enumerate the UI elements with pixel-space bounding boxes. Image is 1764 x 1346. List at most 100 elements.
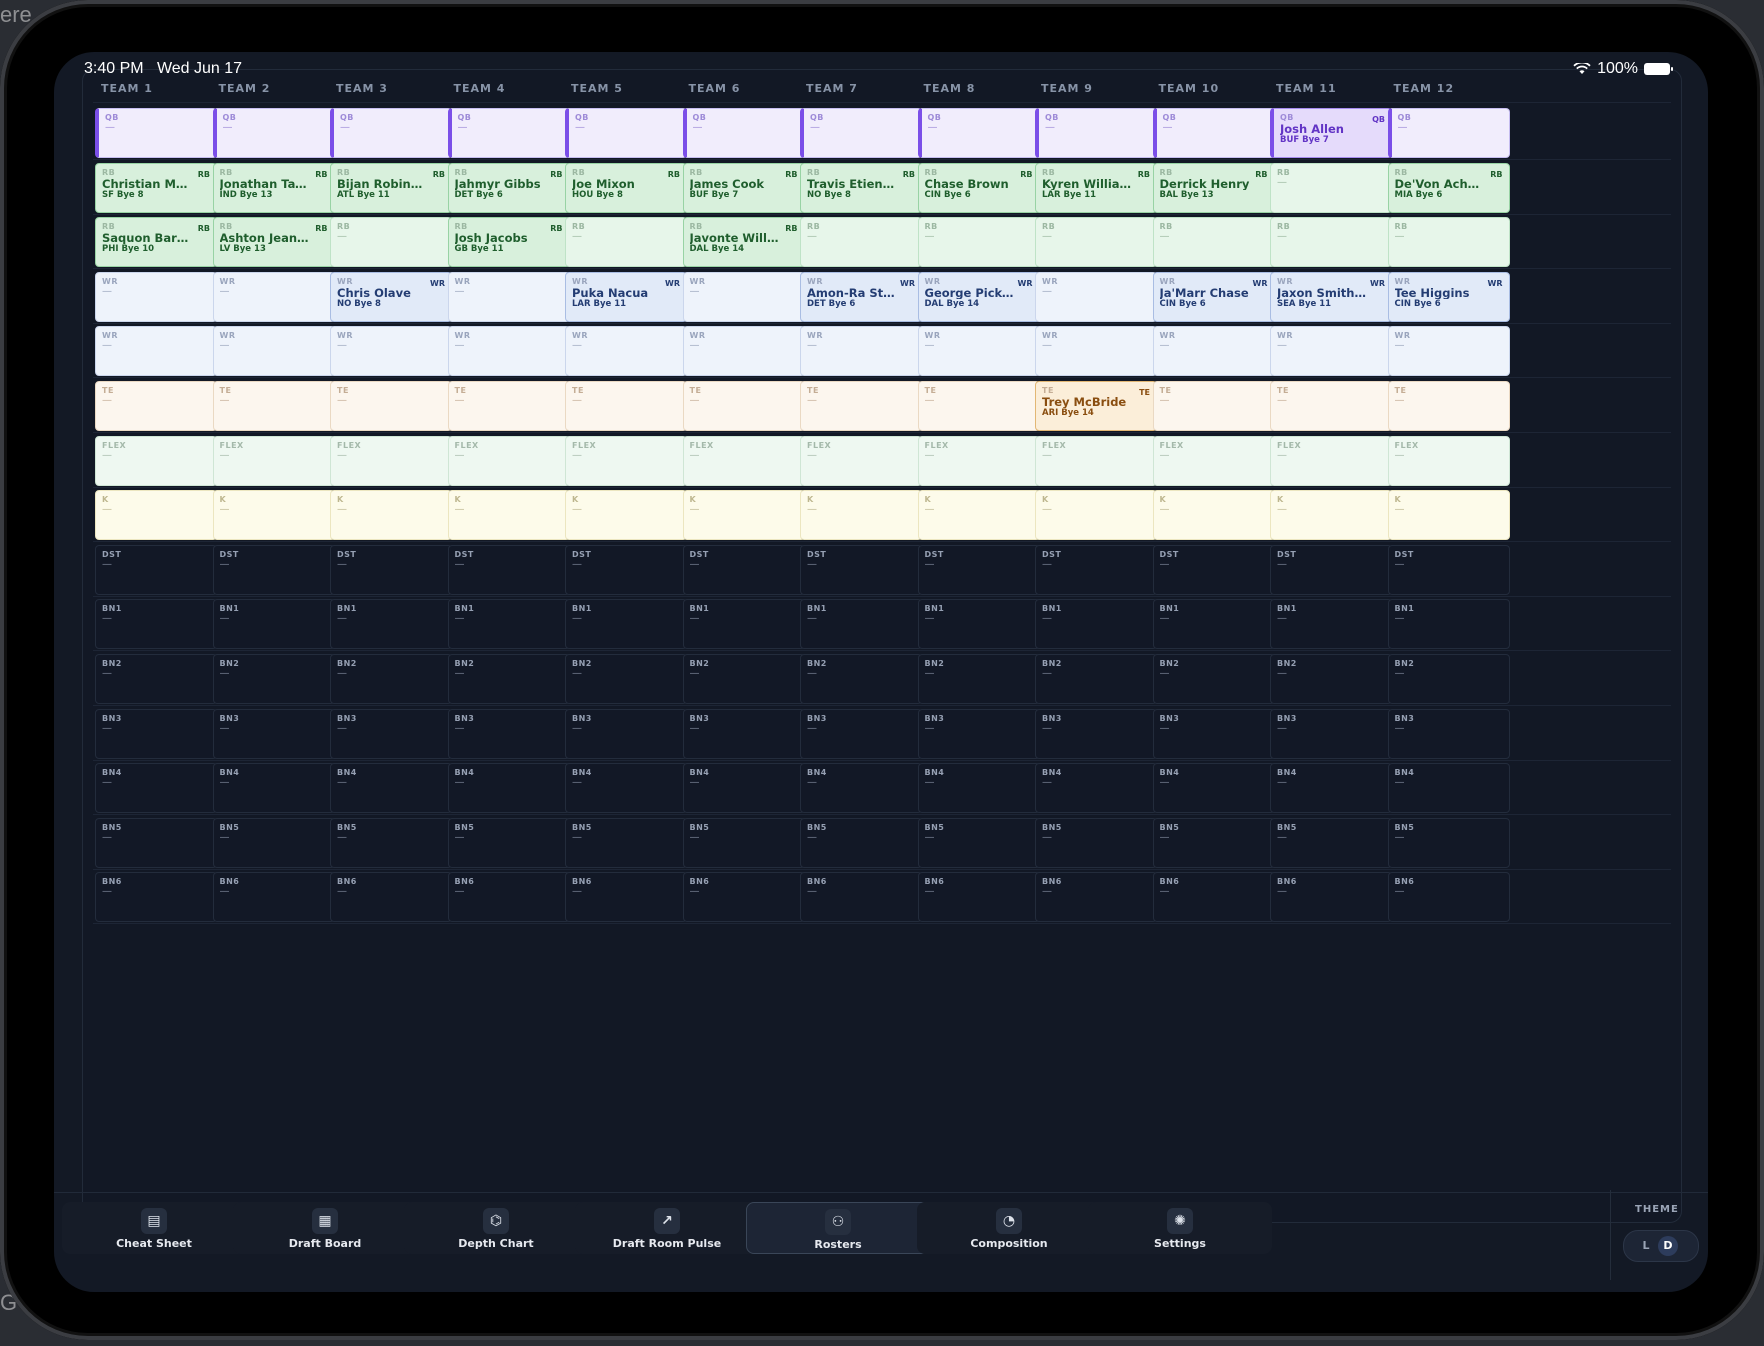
roster-slot[interactable]: FLEX — bbox=[917, 435, 1040, 486]
roster-slot[interactable]: K — bbox=[1152, 490, 1275, 541]
roster-slot[interactable]: RB — bbox=[917, 217, 1040, 268]
roster-slot[interactable]: DST — bbox=[95, 544, 217, 595]
roster-slot[interactable]: BN4— bbox=[800, 763, 922, 814]
roster-slot[interactable]: BN2— bbox=[682, 654, 805, 704]
roster-slot[interactable]: RB — bbox=[800, 217, 922, 268]
roster-slot[interactable]: TE — bbox=[95, 381, 217, 431]
roster-slot[interactable]: QB — bbox=[917, 108, 1040, 158]
roster-slot[interactable]: BN6— bbox=[565, 872, 687, 923]
roster-slot[interactable]: BN3— bbox=[565, 708, 687, 759]
roster-slot[interactable]: BN5— bbox=[565, 817, 687, 868]
roster-slot[interactable]: RB — bbox=[1387, 217, 1510, 268]
roster-slot[interactable]: K — bbox=[682, 490, 805, 541]
roster-slot[interactable]: DST — bbox=[1152, 544, 1275, 595]
roster-slot[interactable]: WR Ja'Marr Chase CIN Bye 6 WR bbox=[1152, 271, 1275, 322]
roster-slot[interactable]: BN1— bbox=[565, 599, 687, 650]
roster-slot[interactable]: BN1— bbox=[1387, 599, 1510, 650]
roster-slot[interactable]: TE — bbox=[212, 381, 335, 431]
roster-slot[interactable]: WR — bbox=[565, 326, 687, 377]
roster-slot[interactable]: BN2— bbox=[800, 654, 922, 704]
roster-slot[interactable]: DST — bbox=[1387, 544, 1510, 595]
roster-slot[interactable]: RB Javonte Williams DAL Bye 14 RB bbox=[682, 217, 805, 268]
roster-slot[interactable]: RB Bijan Robinson ATL Bye 11 RB bbox=[330, 162, 452, 213]
roster-slot[interactable]: RB Chase Brown CIN Bye 6 RB bbox=[917, 162, 1040, 213]
roster-slot[interactable]: BN1— bbox=[447, 599, 570, 650]
roster-slot[interactable]: QB — bbox=[212, 108, 335, 158]
roster-slot[interactable]: RB Ashton Jeanty LV Bye 13 RB bbox=[212, 217, 335, 268]
roster-slot[interactable]: RB Joe Mixon HOU Bye 8 RB bbox=[565, 162, 687, 213]
roster-slot[interactable]: DST — bbox=[447, 544, 570, 595]
roster-slot[interactable]: WR Puka Nacua LAR Bye 11 WR bbox=[565, 271, 687, 322]
roster-slot[interactable]: DST — bbox=[917, 544, 1040, 595]
roster-slot[interactable]: WR — bbox=[682, 326, 805, 377]
roster-slot[interactable]: FLEX — bbox=[800, 435, 922, 486]
theme-toggle[interactable]: L D bbox=[1623, 1230, 1699, 1262]
roster-slot[interactable]: BN3— bbox=[1387, 708, 1510, 759]
roster-slot[interactable]: WR — bbox=[682, 271, 805, 322]
roster-slot[interactable]: WR — bbox=[330, 326, 452, 377]
roster-slot[interactable]: BN4— bbox=[330, 763, 452, 814]
roster-slot[interactable]: BN2— bbox=[1152, 654, 1275, 704]
roster-slot[interactable]: BN3— bbox=[917, 708, 1040, 759]
roster-slot[interactable]: QB — bbox=[1035, 108, 1157, 158]
roster-slot[interactable]: WR Chris Olave NO Bye 8 WR bbox=[330, 271, 452, 322]
roster-slot[interactable]: QB — bbox=[447, 108, 570, 158]
roster-slot[interactable]: BN6— bbox=[330, 872, 452, 923]
roster-slot[interactable]: WR George Pickens DAL Bye 14 WR bbox=[917, 271, 1040, 322]
roster-slot[interactable]: RB James Cook BUF Bye 7 RB bbox=[682, 162, 805, 213]
roster-slot[interactable]: BN6— bbox=[800, 872, 922, 923]
roster-slot[interactable]: QB — bbox=[800, 108, 922, 158]
roster-slot[interactable]: TE — bbox=[1387, 381, 1510, 431]
tab-composition[interactable]: ◔ Composition bbox=[917, 1202, 1101, 1254]
roster-slot[interactable]: BN3— bbox=[95, 708, 217, 759]
roster-slot[interactable]: WR — bbox=[95, 326, 217, 377]
roster-slot[interactable]: RB Josh Jacobs GB Bye 11 RB bbox=[447, 217, 570, 268]
roster-slot[interactable]: BN3— bbox=[212, 708, 335, 759]
roster-slot[interactable]: BN2— bbox=[95, 654, 217, 704]
roster-slot[interactable]: BN1— bbox=[95, 599, 217, 650]
roster-slot[interactable]: RB Derrick Henry BAL Bye 13 RB bbox=[1152, 162, 1275, 213]
roster-slot[interactable]: BN6— bbox=[1387, 872, 1510, 923]
roster-slot[interactable]: RB — bbox=[1270, 217, 1392, 268]
roster-slot[interactable]: BN2— bbox=[330, 654, 452, 704]
roster-slot[interactable]: BN2— bbox=[1387, 654, 1510, 704]
roster-slot[interactable]: BN1— bbox=[682, 599, 805, 650]
roster-slot[interactable]: TE — bbox=[447, 381, 570, 431]
theme-dark-option[interactable]: D bbox=[1658, 1236, 1678, 1256]
roster-slot[interactable]: BN3— bbox=[447, 708, 570, 759]
roster-slot[interactable]: FLEX — bbox=[565, 435, 687, 486]
roster-slot[interactable]: RB Travis Etienne NO Bye 8 RB bbox=[800, 162, 922, 213]
roster-slot[interactable]: FLEX — bbox=[212, 435, 335, 486]
roster-slot[interactable]: BN6— bbox=[682, 872, 805, 923]
roster-slot[interactable]: BN4— bbox=[1270, 763, 1392, 814]
roster-slot[interactable]: BN2— bbox=[447, 654, 570, 704]
roster-slot[interactable]: RB — bbox=[330, 217, 452, 268]
roster-slot[interactable]: BN4— bbox=[95, 763, 217, 814]
roster-slot[interactable]: BN6— bbox=[1152, 872, 1275, 923]
roster-slot[interactable]: BN6— bbox=[1035, 872, 1157, 923]
roster-slot[interactable]: QB — bbox=[1387, 108, 1510, 158]
roster-slot[interactable]: K — bbox=[1035, 490, 1157, 541]
roster-slot[interactable]: BN4— bbox=[447, 763, 570, 814]
tab-draft-room-pulse[interactable]: ↗ Draft Room Pulse bbox=[575, 1202, 759, 1254]
roster-slot[interactable]: BN5— bbox=[330, 817, 452, 868]
roster-slot[interactable]: BN5— bbox=[1270, 817, 1392, 868]
roster-slot[interactable]: BN6— bbox=[1270, 872, 1392, 923]
roster-slot[interactable]: BN6— bbox=[917, 872, 1040, 923]
roster-slot[interactable]: QB — bbox=[565, 108, 687, 158]
roster-slot[interactable]: BN1— bbox=[800, 599, 922, 650]
roster-slot[interactable]: WR — bbox=[1270, 326, 1392, 377]
roster-slot[interactable]: K — bbox=[917, 490, 1040, 541]
tab-depth-chart[interactable]: ⌬ Depth Chart bbox=[404, 1202, 588, 1254]
roster-slot[interactable]: FLEX — bbox=[95, 435, 217, 486]
roster-slot[interactable]: RB Saquon Barkley PHI Bye 10 RB bbox=[95, 217, 217, 268]
roster-slot[interactable]: TE — bbox=[1270, 381, 1392, 431]
roster-slot[interactable]: WR — bbox=[800, 326, 922, 377]
roster-slot[interactable]: BN5— bbox=[95, 817, 217, 868]
roster-slot[interactable]: WR — bbox=[1152, 326, 1275, 377]
roster-slot[interactable]: QB — bbox=[95, 108, 217, 158]
roster-slot[interactable]: RB De'Von Achane MIA Bye 6 RB bbox=[1387, 162, 1510, 213]
roster-slot[interactable]: TE — bbox=[1152, 381, 1275, 431]
roster-slot[interactable]: WR — bbox=[212, 271, 335, 322]
roster-slot[interactable]: K — bbox=[447, 490, 570, 541]
